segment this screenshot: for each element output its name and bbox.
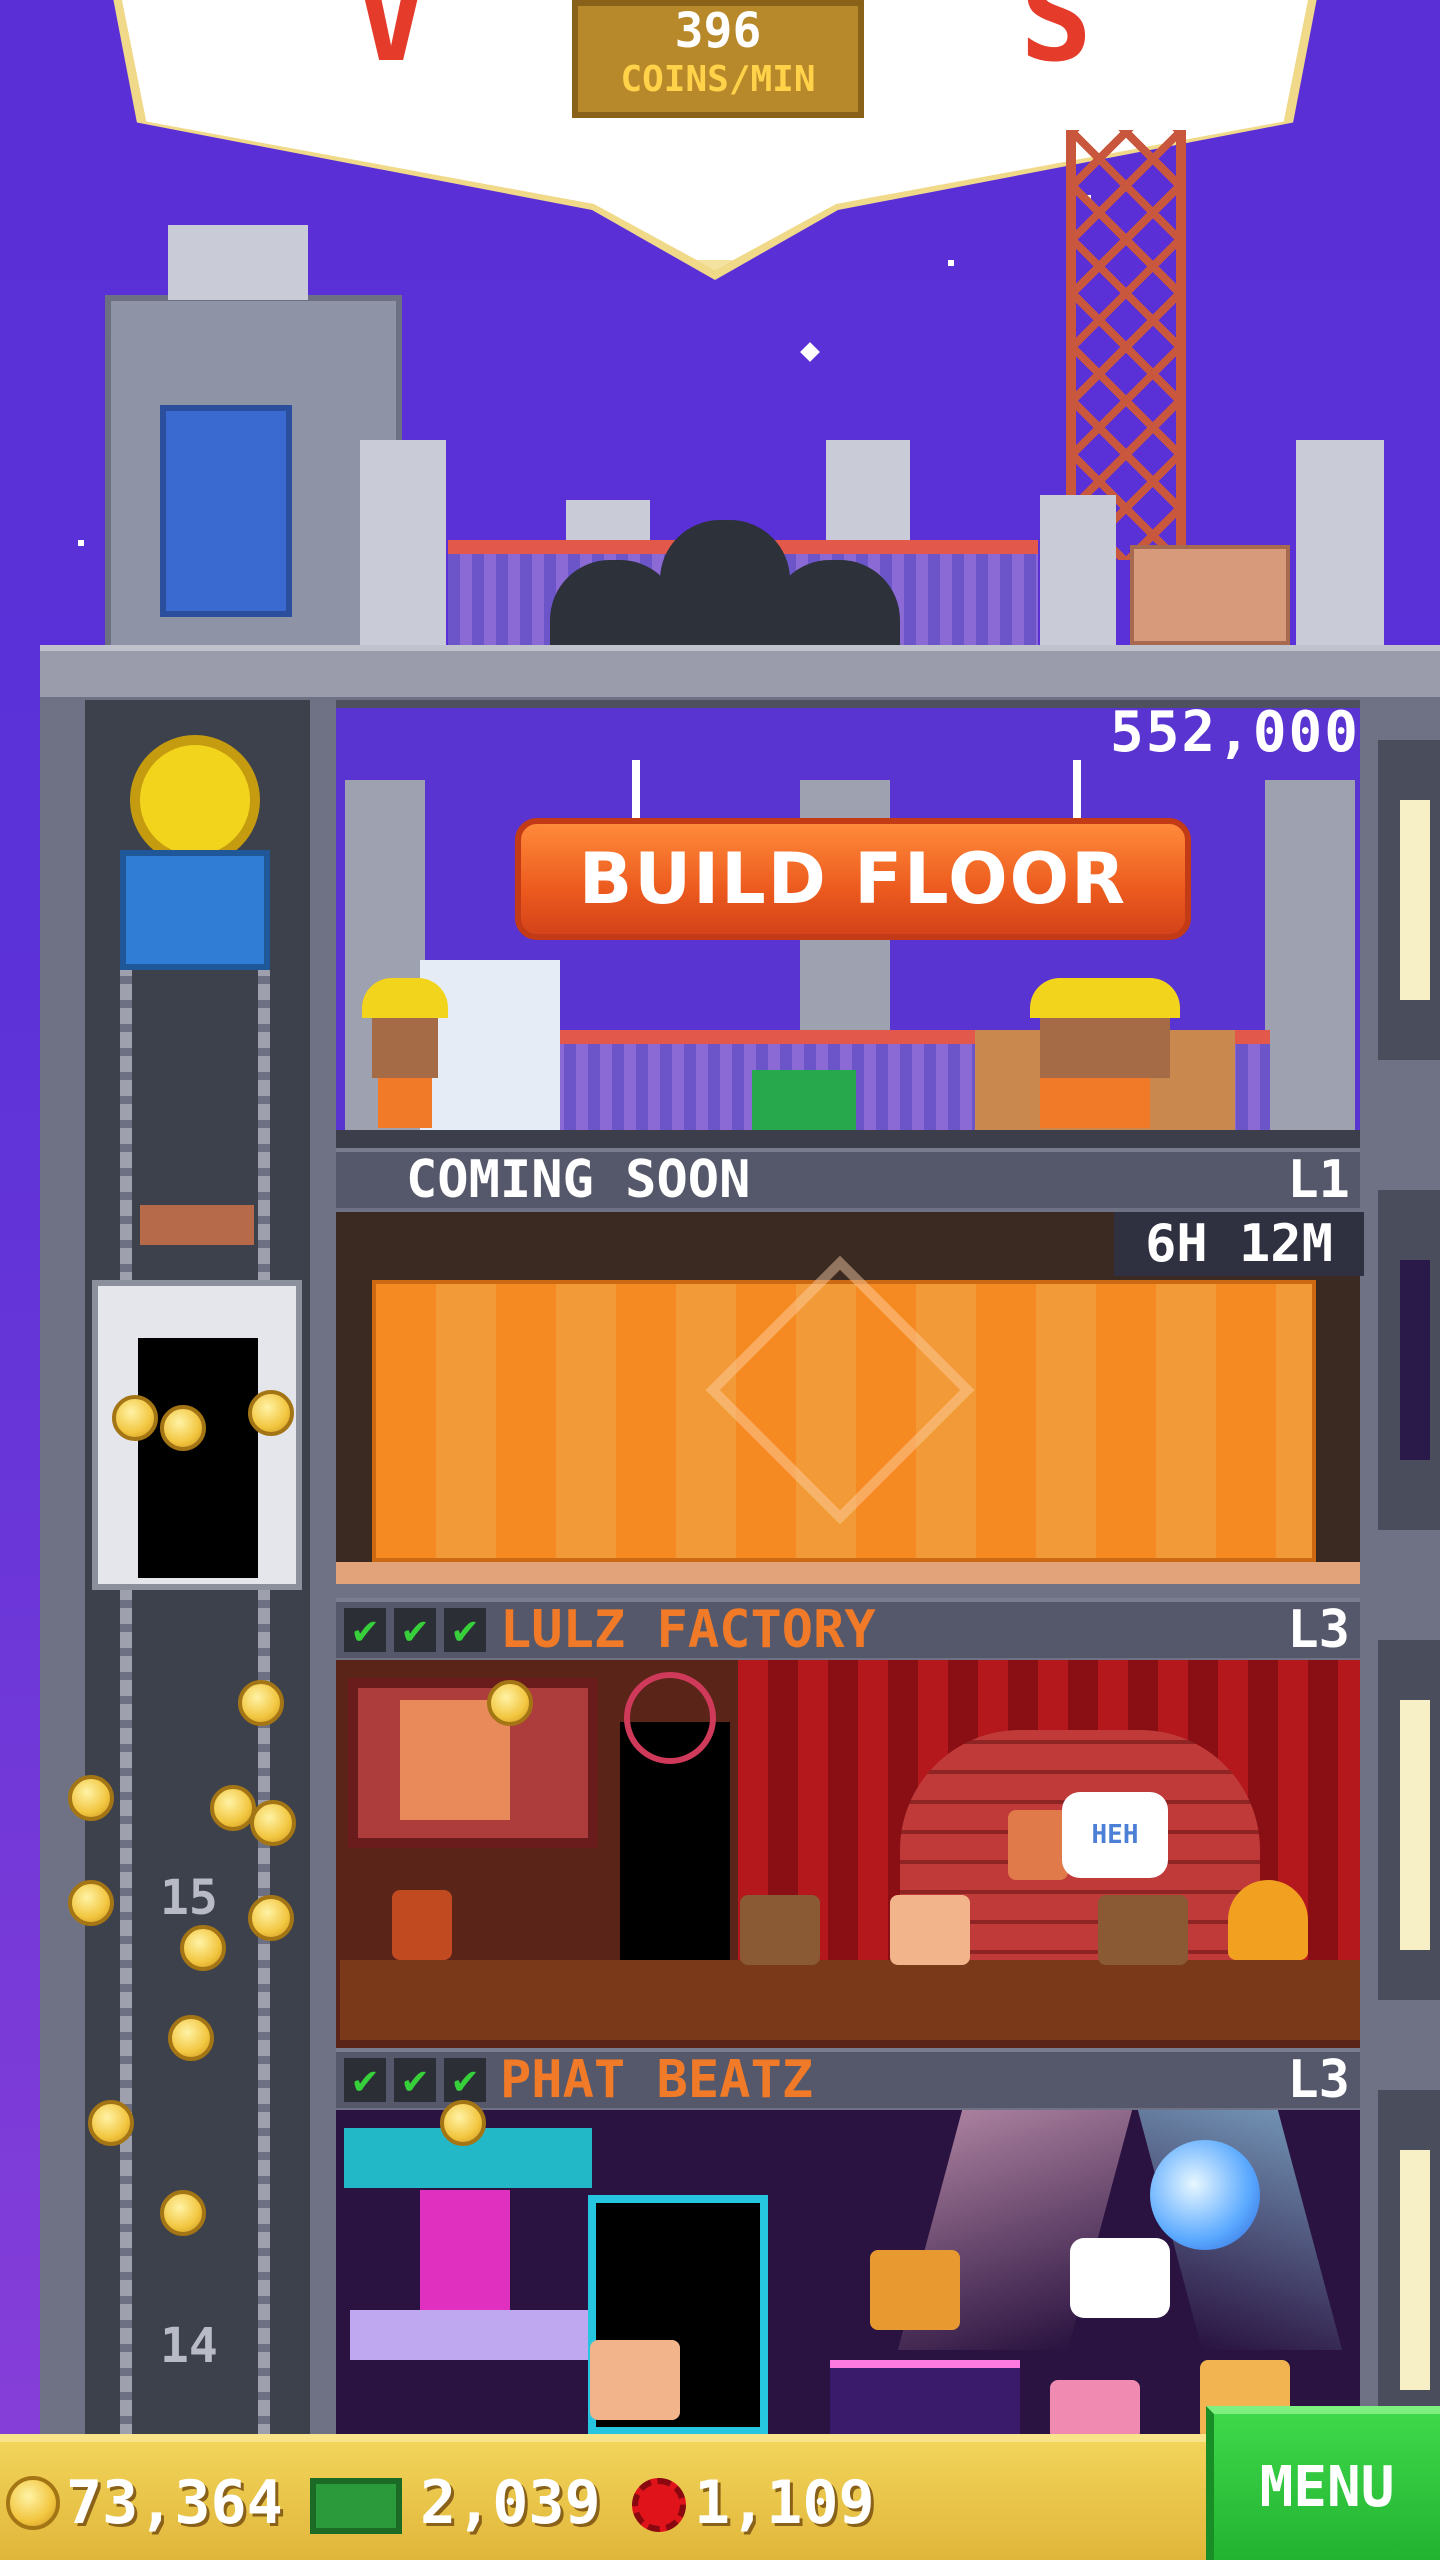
build-floor-price: 552,000 [1109,700,1360,765]
coin-balance: 73,364 [66,2468,283,2538]
toolbox [752,1070,856,1130]
menu-button[interactable]: MENU [1206,2406,1440,2560]
coin-icon [168,2015,214,2061]
check-icon: ✔ [394,1607,436,1653]
cash-balance: 2,039 [420,2468,601,2538]
coin-icon [248,1895,294,1941]
patron [392,1890,452,1960]
window-light [1400,800,1430,1000]
coin-icon [88,2100,134,2146]
window-light [1400,2150,1430,2390]
coming-soon-label: COMING SOON [406,1150,751,1210]
roof-door [160,405,292,617]
coin-icon [248,1390,294,1436]
pulley-icon [130,735,260,865]
roof-crate [1130,545,1290,645]
check-icon: ✔ [394,2057,436,2103]
coin-icon [68,1775,114,1821]
glass-panel [420,960,560,1130]
coins-per-minute-unit: COINS/MIN [620,59,816,100]
roof-pillar [1296,440,1384,645]
coin-icon [180,1925,226,1971]
cash-icon [310,2478,402,2534]
worker-body [378,1078,432,1128]
sign-hanger [632,760,640,820]
floor-name: LULZ FACTORY [500,1600,876,1660]
coin-icon [160,1405,206,1451]
bar-lamp [420,2190,510,2310]
check-icon: ✔ [444,2057,486,2103]
patron [890,1895,970,1965]
patron [1228,1880,1308,1960]
patron [1050,2380,1140,2440]
worker-face [1040,1018,1170,1078]
comedy-stage [340,1960,1360,2040]
check-icon: ✔ [344,2057,386,2103]
scaffold-column [1265,780,1355,1130]
coming-soon-floor-base [336,1562,1360,1584]
coin-icon [112,1395,158,1441]
sign-letter-v: V [355,0,428,89]
worker-body [1040,1078,1150,1128]
floor-level: L1 [1287,1150,1350,1210]
bar-shelf [350,2310,590,2360]
coins-per-minute-value: 396 [674,3,762,59]
roof-vent [168,225,308,300]
elevator-motor [120,850,270,970]
star-decoration [800,342,820,362]
coin-icon [6,2476,60,2530]
roof-pillar [1040,495,1116,645]
elevator-rail [120,960,132,2490]
elevator-counterweight [140,1205,254,1245]
floor-name: PHAT BEATZ [500,2050,814,2110]
roof-slab [40,645,1440,703]
floor-header-lulz-factory: ✔ ✔ ✔ LULZ FACTORY L3 [336,1598,1360,1660]
patron [1098,1895,1188,1965]
build-floor-button[interactable]: BUILD FLOOR [515,818,1191,940]
build-floor-base [336,1130,1360,1150]
dj [870,2250,960,2330]
star-decoration [78,540,84,546]
floor-level: L3 [1287,1600,1350,1660]
construction-timer: 6H 12M [1114,1212,1364,1276]
elevator-floor-number: 14 [160,2318,218,2374]
window-light [1400,1700,1430,1950]
worker-face [372,1018,438,1078]
side-window [1378,2090,1440,2430]
side-window [1378,1190,1440,1530]
coin-icon [250,1800,296,1846]
side-window [1378,740,1440,1060]
worker-hat [362,978,448,1018]
floor-header-phat-beatz: ✔ ✔ ✔ PHAT BEATZ L3 [336,2048,1360,2110]
speech-bubble-icon [1070,2238,1170,2318]
elevator-floor-number: 15 [160,1870,218,1926]
patron [740,1895,820,1965]
roof-pillar [360,440,446,645]
speech-bubble: HEH [1062,1792,1168,1878]
coin-icon [68,1880,114,1926]
bux-icon [632,2478,686,2532]
coin-icon [160,2190,206,2236]
side-window [1378,1640,1440,2000]
coins-per-minute-badge: 396 COINS/MIN [572,0,864,118]
bux-balance: 1,109 [694,2468,875,2538]
check-icon: ✔ [344,1607,386,1653]
sign-hanger [1073,760,1081,820]
patron [590,2340,680,2420]
comedian [1008,1810,1068,1880]
coming-soon-header: COMING SOON L1 [336,1148,1360,1210]
coin-icon [487,1680,533,1726]
disco-ball [1150,2140,1260,2250]
coin-icon [238,1680,284,1726]
neon-sign [624,1672,716,1764]
star-decoration [948,260,954,266]
sign-letter-s: S [1020,0,1093,89]
check-icon: ✔ [444,1607,486,1653]
window-dark [1400,1260,1430,1460]
elevator-car-interior [138,1338,258,1578]
worker-hat [1030,978,1180,1018]
floor-level: L3 [1287,2050,1350,2110]
coin-icon [440,2100,486,2146]
